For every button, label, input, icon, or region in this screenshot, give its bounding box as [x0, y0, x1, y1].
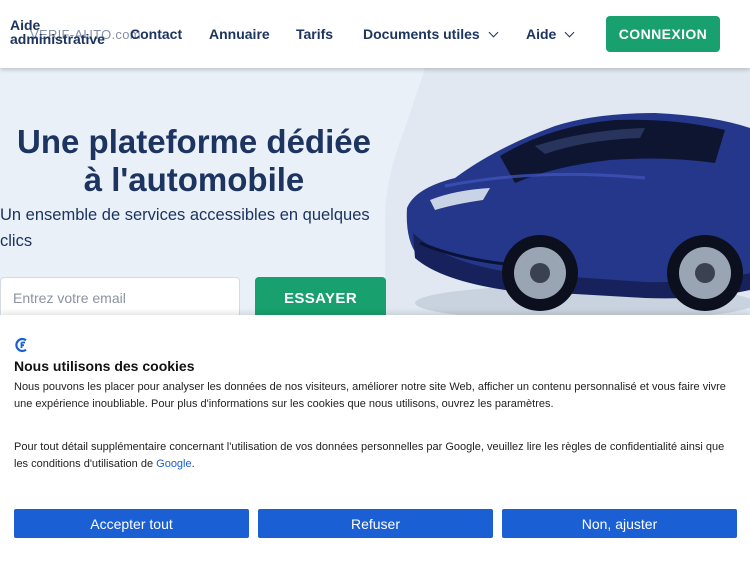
hero-title: Une plateforme dédiée à l'automobile — [0, 123, 388, 199]
chevron-down-icon — [488, 27, 499, 38]
cookie-google-notice: Pour tout détail supplémentaire concerna… — [14, 441, 725, 470]
logo-brand: VERIF-AUTO.com — [30, 27, 141, 42]
nav-dropdown-aide[interactable]: Aide — [526, 26, 575, 42]
nav-dropdown-documents-utiles[interactable]: Documents utiles — [363, 26, 499, 42]
nav-link-tarifs[interactable]: Tarifs — [296, 26, 333, 42]
cookie-consent-banner: Nous utilisons des cookies Nous pouvons … — [0, 315, 750, 563]
adjust-button[interactable]: Non, ajuster — [502, 509, 737, 538]
hero-car-image — [385, 68, 750, 315]
chevron-down-icon — [564, 27, 575, 38]
nav-link-annuaire[interactable]: Annuaire — [209, 26, 270, 42]
cookie-consent-icon — [15, 337, 27, 353]
login-button[interactable]: CONNEXION — [606, 16, 720, 52]
google-link[interactable]: Google — [156, 458, 191, 470]
cookie-title: Nous utilisons des cookies — [14, 358, 195, 374]
hero-title-line-2: à l'automobile — [83, 161, 305, 198]
nav-dropdown-documents-utiles-label: Documents utiles — [363, 26, 480, 42]
nav-link-contact[interactable]: Contact — [130, 26, 182, 42]
email-input[interactable] — [0, 277, 240, 315]
hero-section: Une plateforme dédiée à l'automobile Un … — [0, 68, 750, 315]
hero-subtitle: Un ensemble de services accessibles en q… — [0, 206, 370, 250]
hero-title-line-1: Une plateforme dédiée — [17, 123, 371, 160]
cookie-google-notice-text: Pour tout détail supplémentaire concerna… — [14, 441, 725, 470]
try-button[interactable]: ESSAYER — [255, 277, 386, 315]
nav-dropdown-aide-label: Aide — [526, 26, 557, 42]
refuse-button[interactable]: Refuser — [258, 509, 493, 538]
cookie-description: Nous pouvons les placer pour analyser le… — [14, 381, 726, 410]
top-navbar: Aide administrative VERIF-AUTO.com Conta… — [0, 0, 750, 68]
accept-all-button[interactable]: Accepter tout — [14, 509, 249, 538]
